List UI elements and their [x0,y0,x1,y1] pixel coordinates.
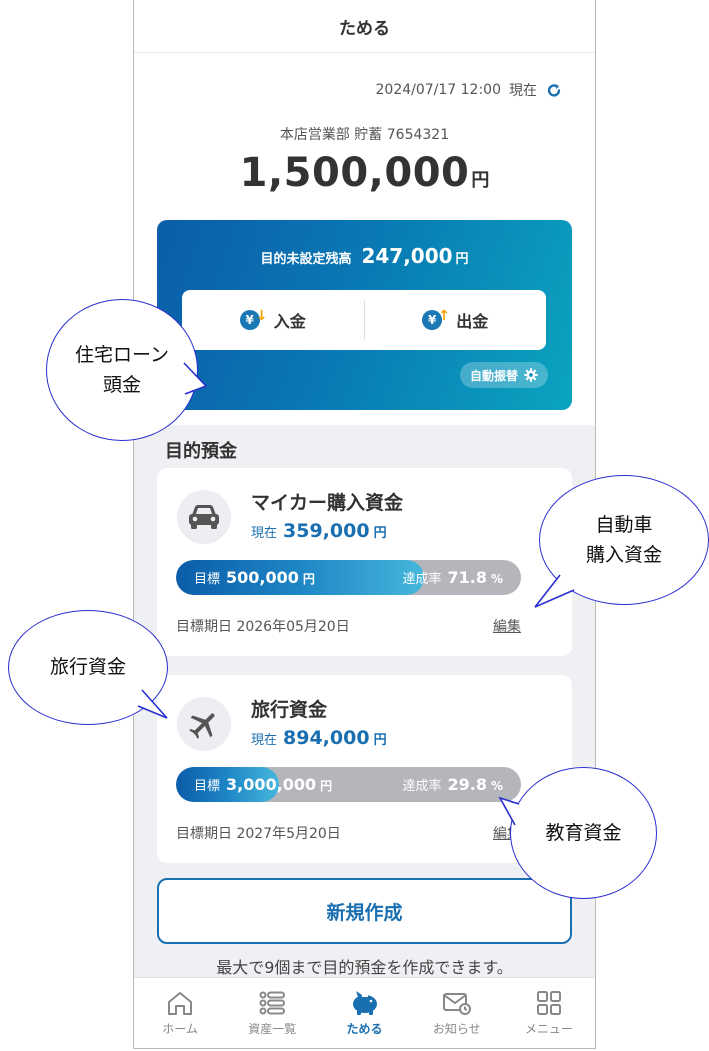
yen-withdraw-icon: ¥ ↑ [422,308,450,332]
section-title: 目的預金 [165,441,237,462]
current-amount: 359,000 [283,520,370,542]
tab-notices[interactable]: お知らせ [411,978,503,1048]
current-currency: 円 [373,733,387,748]
deposit-label: 入金 [273,312,306,331]
phone-screen: ためる 2024/07/17 12:00 現在 本店営業部 貯蓄 7654321… [133,0,596,1049]
unassigned-amount: 247,000 [361,244,453,268]
callout-tail [183,362,208,395]
tab-label: ホーム [162,1022,198,1036]
callout-tail [498,796,520,826]
tab-save[interactable]: ためる [318,978,410,1048]
tab-home[interactable]: ホーム [134,978,226,1048]
tab-label: ためる [346,1022,383,1036]
gear-icon [524,368,538,382]
progress-bar: 目標 3,000,000 円 達成率 29.8% [176,767,521,802]
callout-text: 旅行資金 [49,656,126,679]
tab-label: 資産一覧 [248,1022,297,1036]
timestamp-row: 2024/07/17 12:00 現在 [376,80,564,100]
unassigned-label: 目的未設定残高 [260,252,352,267]
goal-name: 旅行資金 [251,699,328,721]
now-label: 現在 [509,83,537,99]
goal-limit-note: 最大で9個まで目的預金を作成できます。 [216,958,513,977]
yen-deposit-icon: ¥ ↓ [239,308,267,332]
home-icon [168,992,193,1015]
current-amount: 894,000 [283,727,370,749]
callout-tail [137,689,168,719]
tab-assets[interactable]: 資産一覧 [226,978,318,1048]
current-label: 現在 [251,733,278,748]
tab-label: お知らせ [432,1022,481,1036]
total-balance: 1,500,000 円 [134,150,595,196]
balance-amount: 1,500,000 [239,150,470,196]
refresh-icon[interactable] [545,81,563,99]
page-title: ためる [134,0,595,53]
target: 目標 500,000 円 [194,568,315,587]
menu-grid-icon [536,991,561,1015]
car-icon [177,490,231,544]
callout-text: 教育資金 [545,821,622,844]
mail-icon [442,993,471,1015]
callout-text: 自動車 [595,513,653,536]
current-label: 現在 [251,526,278,541]
edit-link[interactable]: 編集 [493,616,521,636]
tab-menu[interactable]: メニュー [503,978,595,1048]
withdraw-label: 出金 [456,312,489,331]
goal-deadline: 目標期日 2027年5月20日 [176,826,341,842]
unassigned-balance: 目的未設定残高 247,000 円 [157,244,572,268]
goal-current: 現在 359,000 円 [251,520,387,542]
bottom-tab-bar: ホーム 資産一覧 ためる お知らせ メニュー [134,977,595,1048]
unassigned-balance-card: 目的未設定残高 247,000 円 ¥ ↓ 入金 ¥ ↑ 出金 自動振替 [157,220,572,410]
achievement-rate: 達成率 71.8% [402,568,503,587]
account-name: 本店営業部 貯蓄 7654321 [279,127,450,143]
deposit-button[interactable]: ¥ ↓ 入金 [182,290,364,350]
callout-text: 購入資金 [585,544,662,566]
current-currency: 円 [373,526,387,541]
withdraw-button[interactable]: ¥ ↑ 出金 [365,290,547,350]
callout-tail [534,574,575,608]
new-goal-button[interactable]: 新規作成 [157,878,572,944]
deposit-withdraw-panel: ¥ ↓ 入金 ¥ ↑ 出金 [182,290,546,350]
balance-currency: 円 [471,170,490,191]
progress-bar: 目標 500,000 円 達成率 71.8% [176,560,521,595]
goal-name: マイカー購入資金 [251,492,404,514]
auto-transfer-button[interactable]: 自動振替 [459,362,548,388]
list-icon [259,991,286,1015]
airplane-icon [177,697,231,751]
unassigned-currency: 円 [455,252,469,267]
goal-card[interactable]: マイカー購入資金 現在 359,000 円 目標 500,000 円 達成率 71.8% … [157,468,572,656]
auto-transfer-label: 自動振替 [469,368,518,383]
goal-current: 現在 894,000 円 [251,727,387,749]
piggy-bank-icon [352,991,377,1015]
tab-label: メニュー [524,1022,573,1036]
timestamp: 2024/07/17 12:00 [375,82,502,98]
target: 目標 3,000,000 円 [194,775,333,794]
achievement-rate: 達成率 29.8% [402,775,503,794]
goal-deadline: 目標期日 2026年05月20日 [176,619,350,635]
